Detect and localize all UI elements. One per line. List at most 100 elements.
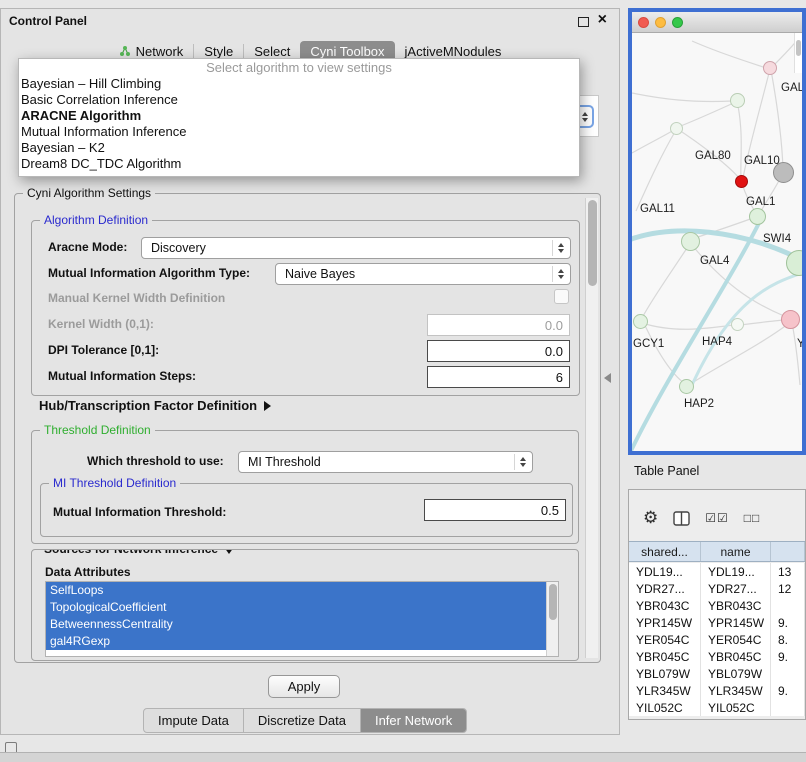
tab-label: Cyni Toolbox — [310, 44, 384, 59]
dropdown-item[interactable]: Bayesian – K2 — [19, 140, 579, 156]
aracne-mode-select[interactable]: Discovery — [141, 237, 571, 259]
scrollbar-thumb[interactable] — [796, 40, 801, 56]
scrollbar-thumb[interactable] — [549, 584, 557, 620]
columns-icon[interactable] — [673, 511, 690, 526]
traffic-light-close-icon[interactable] — [638, 17, 649, 28]
column-header[interactable] — [771, 542, 805, 561]
table-cell: 9. — [771, 682, 805, 699]
network-scrollbar[interactable] — [794, 33, 802, 73]
network-node[interactable] — [731, 318, 744, 331]
dropdown-item-selected[interactable]: ARACNE Algorithm — [19, 108, 579, 124]
mi-type-label: Mutual Information Algorithm Type: — [48, 266, 250, 280]
kernel-width-label: Kernel Width (0,1): — [48, 317, 154, 331]
mi-steps-field[interactable]: 6 — [427, 366, 570, 388]
network-node-label: Y — [797, 338, 802, 350]
group-title: Cyni Algorithm Settings — [23, 186, 155, 200]
tab-discretize-data[interactable]: Discretize Data — [244, 709, 360, 732]
list-item[interactable]: gal4RGexp — [46, 633, 549, 650]
table-row[interactable]: YDL19... YDL19... 13 — [629, 563, 805, 580]
data-attributes-list: SelfLoops TopologicalCoefficient Between… — [45, 581, 559, 657]
mi-threshold-field[interactable]: 0.5 — [424, 499, 566, 521]
network-node[interactable] — [681, 232, 700, 251]
table-row[interactable]: YER054C YER054C 8. — [629, 631, 805, 648]
threshold-definition-group: Threshold Definition Which threshold to … — [31, 430, 579, 544]
network-node-label: GAL4 — [700, 255, 729, 267]
list-item[interactable]: TopologicalCoefficient — [46, 599, 549, 616]
network-canvas[interactable]: GALGAL80GAL10GAL11GAL1SWI4GAL4GCY1HAP4YH… — [632, 33, 802, 451]
table-cell: YDL19... — [629, 563, 701, 580]
list-item[interactable]: SelfLoops — [46, 582, 549, 599]
table-cell: YBR045C — [629, 648, 701, 665]
network-node-label: SWI4 — [763, 233, 791, 245]
apply-button[interactable]: Apply — [268, 675, 340, 698]
mi-type-select[interactable]: Naive Bayes — [275, 263, 571, 285]
float-window-icon[interactable] — [578, 17, 589, 27]
traffic-light-zoom-icon[interactable] — [672, 17, 683, 28]
table-row[interactable]: YBR045C YBR045C 9. — [629, 648, 805, 665]
settings-scrollbar[interactable] — [585, 198, 598, 658]
network-node[interactable] — [679, 379, 694, 394]
mi-threshold-label: Mutual Information Threshold: — [53, 505, 226, 519]
list-scrollbar[interactable] — [546, 582, 558, 656]
mi-steps-label: Mutual Information Steps: — [48, 369, 196, 383]
kernel-width-field[interactable]: 0.0 — [427, 314, 570, 336]
gear-icon[interactable]: ⚙ — [643, 508, 658, 528]
tab-impute-data[interactable]: Impute Data — [144, 709, 243, 732]
network-node-label: HAP4 — [702, 336, 732, 348]
network-node-label: GAL11 — [640, 203, 675, 215]
table-panel-window: ⚙ ☑☑ □□ shared... name YDL19... YDL19...… — [628, 489, 806, 720]
column-header[interactable]: shared... — [629, 542, 701, 561]
list-item[interactable]: BetweennessCentrality — [46, 616, 549, 633]
tab-label: jActiveMNodules — [405, 44, 502, 59]
network-node[interactable] — [781, 310, 800, 329]
dropdown-item[interactable]: Mutual Information Inference — [19, 124, 579, 140]
table-cell: YLR345W — [629, 682, 701, 699]
algorithm-definition-group: Algorithm Definition Aracne Mode: Discov… — [31, 220, 580, 396]
splitpane-arrow-icon[interactable] — [604, 373, 611, 383]
network-node-label: GCY1 — [633, 338, 664, 350]
traffic-light-minimize-icon[interactable] — [655, 17, 666, 28]
dpi-tolerance-field[interactable]: 0.0 — [427, 340, 570, 362]
table-row[interactable]: YPR145W YPR145W 9. — [629, 614, 805, 631]
checked-boxes-icon[interactable]: ☑☑ — [705, 511, 729, 525]
selected-value: MI Threshold — [248, 455, 321, 469]
scrollbar-thumb[interactable] — [588, 200, 597, 286]
table-row[interactable]: YDR27... YDR27... 12 — [629, 580, 805, 597]
stepper-icon — [514, 454, 530, 470]
network-window-titlebar — [632, 12, 802, 33]
network-node[interactable] — [763, 61, 777, 75]
dropdown-item[interactable]: Bayesian – Hill Climbing — [19, 76, 579, 92]
network-node[interactable] — [633, 314, 648, 329]
table-cell: YBR043C — [701, 597, 771, 614]
network-tab-icon — [119, 45, 131, 57]
tab-infer-network[interactable]: Infer Network — [361, 709, 466, 732]
column-header[interactable]: name — [701, 542, 771, 561]
sources-toggle[interactable]: Sources for Network Inference — [40, 549, 238, 556]
hub-section-toggle[interactable]: Hub/Transcription Factor Definition — [39, 398, 271, 413]
table-cell: YPR145W — [701, 614, 771, 631]
chevron-down-icon — [582, 118, 588, 122]
table-row[interactable]: YBR043C YBR043C — [629, 597, 805, 614]
close-icon[interactable]: × — [598, 11, 607, 29]
triangle-down-icon — [224, 549, 234, 554]
dropdown-item[interactable]: Basic Correlation Inference — [19, 92, 579, 108]
network-node[interactable] — [670, 122, 683, 135]
network-node-label: GAL — [781, 82, 802, 94]
network-node[interactable] — [749, 208, 766, 225]
tab-label: Network — [136, 44, 184, 59]
selected-value: Naive Bayes — [285, 267, 355, 281]
network-node[interactable] — [735, 175, 748, 188]
manual-kernel-checkbox[interactable] — [554, 289, 569, 304]
table-row[interactable]: YLR345W YLR345W 9. — [629, 682, 805, 699]
table-cell — [771, 665, 805, 682]
table-row[interactable]: YBL079W YBL079W — [629, 665, 805, 682]
bottom-tab-bar: Impute Data Discretize Data Infer Networ… — [143, 708, 467, 733]
unchecked-boxes-icon[interactable]: □□ — [744, 511, 761, 525]
which-threshold-select[interactable]: MI Threshold — [238, 451, 533, 473]
network-node[interactable] — [730, 93, 745, 108]
aracne-mode-label: Aracne Mode: — [48, 240, 127, 254]
dropdown-item[interactable]: Dream8 DC_TDC Algorithm — [19, 156, 579, 172]
table-row[interactable]: YIL052C YIL052C — [629, 699, 805, 716]
table-header: shared... name — [629, 541, 805, 562]
manual-kernel-label: Manual Kernel Width Definition — [48, 291, 225, 305]
